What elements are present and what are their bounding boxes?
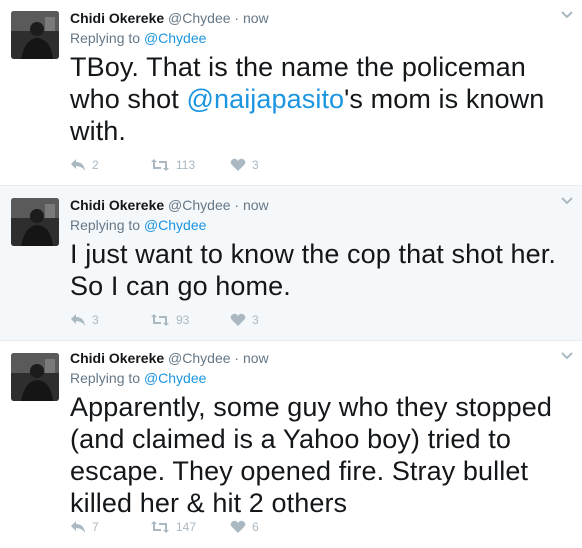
retweet-icon xyxy=(151,159,169,171)
reply-button[interactable]: 7 xyxy=(70,520,150,534)
replying-mention-link[interactable]: @Chydee xyxy=(144,370,206,386)
avatar[interactable] xyxy=(11,11,59,59)
separator: · xyxy=(234,350,240,366)
author-handle[interactable]: @Chydee xyxy=(168,10,230,26)
tweet[interactable]: Chidi Okereke @Chydee · now Replying to … xyxy=(0,0,582,186)
replying-mention-link[interactable]: @Chydee xyxy=(144,30,206,46)
tweet-actions: 7 147 6 xyxy=(70,517,310,537)
timestamp[interactable]: now xyxy=(243,10,269,26)
replying-to: Replying to @Chydee xyxy=(70,369,572,387)
like-count: 3 xyxy=(252,313,259,327)
reply-arrow-icon xyxy=(71,314,85,326)
replying-to: Replying to @Chydee xyxy=(70,29,572,47)
avatar-photo-icon xyxy=(11,198,59,246)
like-count: 6 xyxy=(252,520,259,534)
replying-to: Replying to @Chydee xyxy=(70,216,572,234)
like-button[interactable]: 3 xyxy=(230,313,310,327)
avatar[interactable] xyxy=(11,353,59,401)
replying-prefix: Replying to xyxy=(70,217,141,233)
retweet-button[interactable]: 147 xyxy=(150,520,230,534)
tweet-actions: 2 113 3 xyxy=(70,155,310,175)
reply-arrow-icon xyxy=(71,159,85,171)
timestamp[interactable]: now xyxy=(243,350,269,366)
reply-count: 2 xyxy=(92,158,99,172)
tweet[interactable]: Chidi Okereke @Chydee · now Replying to … xyxy=(0,341,582,548)
author-name[interactable]: Chidi Okereke xyxy=(70,10,164,26)
reply-count: 3 xyxy=(92,313,99,327)
avatar[interactable] xyxy=(11,198,59,246)
retweet-icon xyxy=(151,314,169,326)
author-handle[interactable]: @Chydee xyxy=(168,350,230,366)
tweet-text: TBoy. That is the name the policeman who… xyxy=(70,51,572,147)
like-count: 3 xyxy=(252,158,259,172)
avatar-photo-icon xyxy=(11,11,59,59)
tweet-header: Chidi Okereke @Chydee · now xyxy=(70,196,572,214)
tweet-text: Apparently, some guy who they stopped (a… xyxy=(70,392,552,518)
mention-link[interactable]: @naijapasito xyxy=(186,84,344,114)
retweet-count: 113 xyxy=(176,158,196,172)
author-name[interactable]: Chidi Okereke xyxy=(70,197,164,213)
replying-mention-link[interactable]: @Chydee xyxy=(144,217,206,233)
tweet-header: Chidi Okereke @Chydee · now xyxy=(70,9,572,27)
retweet-icon xyxy=(151,521,169,533)
heart-icon xyxy=(230,313,246,326)
reply-button[interactable]: 2 xyxy=(70,158,150,172)
tweet-header: Chidi Okereke @Chydee · now xyxy=(70,349,572,367)
tweet-text: I just want to know the cop that shot he… xyxy=(70,239,556,301)
heart-icon xyxy=(230,158,246,171)
timestamp[interactable]: now xyxy=(243,197,269,213)
like-button[interactable]: 3 xyxy=(230,158,310,172)
author-handle[interactable]: @Chydee xyxy=(168,197,230,213)
reply-arrow-icon xyxy=(71,521,85,533)
avatar-photo-icon xyxy=(11,353,59,401)
separator: · xyxy=(234,197,240,213)
like-button[interactable]: 6 xyxy=(230,520,310,534)
replying-prefix: Replying to xyxy=(70,370,141,386)
separator: · xyxy=(234,10,240,26)
retweet-count: 147 xyxy=(176,520,197,534)
reply-button[interactable]: 3 xyxy=(70,313,150,327)
retweet-button[interactable]: 93 xyxy=(150,313,230,327)
replying-prefix: Replying to xyxy=(70,30,141,46)
heart-icon xyxy=(230,520,246,533)
tweet[interactable]: Chidi Okereke @Chydee · now Replying to … xyxy=(0,186,582,341)
author-name[interactable]: Chidi Okereke xyxy=(70,350,164,366)
reply-count: 7 xyxy=(92,520,99,534)
tweet-actions: 3 93 3 xyxy=(70,310,310,330)
retweet-button[interactable]: 113 xyxy=(150,158,230,172)
retweet-count: 93 xyxy=(176,313,190,327)
